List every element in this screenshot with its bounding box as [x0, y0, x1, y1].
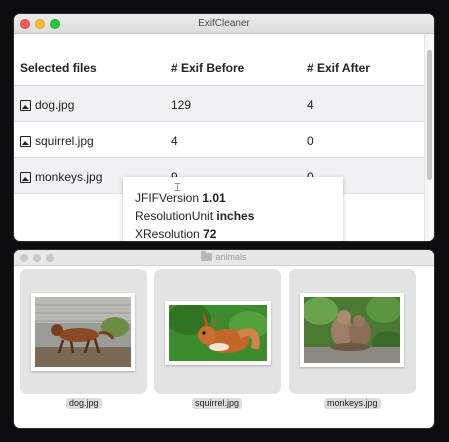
file-name: monkeys.jpg	[35, 170, 103, 184]
folder-name: animals	[215, 252, 247, 262]
image-file-icon	[20, 99, 31, 111]
file-tile-squirrel[interactable]	[154, 269, 281, 394]
column-header-exif-before: # Exif Before	[171, 61, 245, 75]
file-caption-dog[interactable]: dog.jpg	[66, 398, 102, 409]
exif-before-count: 129	[171, 98, 192, 112]
files-table: Selected files # Exif Before # Exif Afte…	[14, 34, 424, 194]
file-tile-monkeys[interactable]	[289, 269, 416, 394]
exif-after-count: 0	[307, 134, 314, 148]
tooltip-value: 72	[203, 227, 217, 241]
table-row[interactable]: dog.jpg 129 4	[14, 86, 424, 122]
vertical-scrollbar[interactable]	[424, 34, 434, 241]
exif-after-count: 4	[307, 98, 314, 112]
finder-window: animals dog.jpg squirrel.jpg monkeys.jpg	[14, 250, 434, 428]
window-title: ExifCleaner	[198, 18, 250, 29]
file-cell: dog.jpg	[20, 98, 74, 112]
file-tile-dog[interactable]	[20, 269, 147, 394]
title-bar: ExifCleaner	[14, 14, 434, 34]
text-cursor-icon: ⌶	[174, 182, 181, 194]
file-caption-monkeys[interactable]: monkeys.jpg	[324, 398, 381, 409]
tooltip-line: XResolution 72	[135, 225, 343, 241]
finder-title-bar: animals	[14, 250, 434, 266]
squirrel-thumbnail	[165, 301, 271, 365]
scrollbar-thumb[interactable]	[427, 50, 432, 180]
finder-title: animals	[14, 251, 434, 262]
image-file-icon	[20, 135, 31, 147]
monkeys-photo-icon	[304, 297, 400, 363]
tooltip-line: ResolutionUnit inches	[135, 207, 343, 225]
exif-before-count: 4	[171, 134, 178, 148]
file-name: dog.jpg	[35, 98, 75, 112]
tooltip-key: JFIFVersion	[135, 191, 200, 205]
column-header-exif-after: # Exif After	[307, 61, 370, 75]
column-header-selected-files: Selected files	[20, 61, 97, 75]
folder-icon	[201, 251, 213, 261]
squirrel-photo-icon	[169, 305, 267, 361]
image-file-icon	[20, 171, 31, 183]
tooltip-key: ResolutionUnit	[135, 209, 214, 223]
file-cell: monkeys.jpg	[20, 170, 102, 184]
table-header: Selected files # Exif Before # Exif Afte…	[14, 34, 424, 86]
dog-thumbnail	[31, 293, 135, 371]
exifcleaner-window: ExifCleaner Selected files # Exif Before…	[14, 14, 434, 241]
dog-photo-icon	[35, 297, 131, 367]
exif-tooltip: JFIFVersion 1.01 ResolutionUnit inches X…	[123, 177, 343, 241]
tooltip-key: XResolution	[135, 227, 200, 241]
table-row[interactable]: squirrel.jpg 4 0	[14, 122, 424, 158]
file-name: squirrel.jpg	[35, 134, 94, 148]
monkeys-thumbnail	[300, 293, 404, 367]
tooltip-line: JFIFVersion 1.01	[135, 189, 343, 207]
tooltip-value: 1.01	[202, 191, 226, 205]
tooltip-value: inches	[216, 209, 255, 223]
file-cell: squirrel.jpg	[20, 134, 94, 148]
file-caption-squirrel[interactable]: squirrel.jpg	[192, 398, 243, 409]
